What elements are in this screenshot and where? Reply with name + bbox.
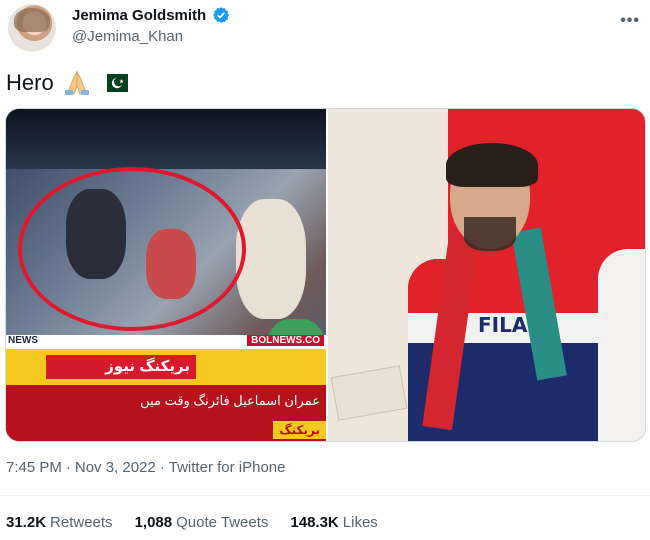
likes-stat[interactable]: 148.3K Likes [290, 514, 377, 531]
meta-separator: · [159, 459, 165, 476]
beard [464, 217, 516, 251]
headline-text: عمران اسماعیل فائرنگ وقت میں [140, 393, 320, 408]
tweet-meta: 7:45 PM · Nov 3, 2022 · Twitter for iPho… [6, 459, 285, 476]
highlight-circle [18, 167, 246, 331]
person-white [598, 249, 645, 441]
media-image-right[interactable]: FILA [328, 109, 645, 441]
tweet-header: Jemima Goldsmith @Jemima_Khan ••• [0, 0, 650, 60]
news-label-text: NEWS [8, 335, 38, 346]
tweet-stats: 31.2K Retweets 1,088 Quote Tweets 148.3K Li… [6, 514, 378, 531]
breaking-tag: بریکنگ نیوز [46, 355, 196, 379]
headline-tag: بریکنگ [273, 421, 326, 439]
more-options-icon[interactable]: ••• [620, 12, 640, 30]
likes-label: Likes [342, 514, 378, 531]
retweets-label: Retweets [50, 514, 113, 531]
tweet-body: Hero [6, 70, 54, 95]
avatar-hair [14, 8, 50, 32]
retweets-stat[interactable]: 31.2K Retweets [6, 514, 113, 531]
quotes-label: Quote Tweets [176, 514, 269, 531]
verified-badge-icon [213, 7, 230, 23]
avatar[interactable] [8, 4, 56, 52]
display-name[interactable]: Jemima Goldsmith [72, 7, 206, 24]
quotes-count: 1,088 [134, 514, 173, 531]
name-row: Jemima Goldsmith [72, 6, 230, 24]
divider [0, 495, 650, 496]
handle[interactable]: @Jemima_Khan [72, 28, 183, 45]
news-site: BOLNEWS.CO [247, 335, 324, 346]
hair [446, 143, 538, 187]
folded-hands-icon [64, 70, 89, 95]
shirt-stripe [408, 259, 598, 319]
media-image-left[interactable]: NEWS BOLNEWS.CO بریکنگ نیوز عمران اسماعی… [6, 109, 326, 441]
crowd-figure [236, 199, 306, 319]
news-label: NEWS BOLNEWS.CO [6, 335, 326, 349]
tweet-text: Hero [6, 70, 128, 96]
meta-separator: · [65, 459, 71, 476]
shirt-logo: FILA [478, 313, 528, 337]
tweet-time[interactable]: 7:45 PM [6, 459, 62, 476]
pakistan-flag-icon [99, 74, 128, 92]
likes-count: 148.3K [290, 514, 339, 531]
tweet-date[interactable]: Nov 3, 2022 [75, 459, 156, 476]
tweet-media[interactable]: NEWS BOLNEWS.CO بریکنگ نیوز عمران اسماعی… [5, 108, 646, 442]
tweet-client[interactable]: Twitter for iPhone [169, 459, 286, 476]
quotes-stat[interactable]: 1,088 Quote Tweets [135, 514, 269, 531]
headline-bar: عمران اسماعیل فائرنگ وقت میں بریکنگ [6, 385, 326, 441]
retweets-count: 31.2K [6, 514, 47, 531]
